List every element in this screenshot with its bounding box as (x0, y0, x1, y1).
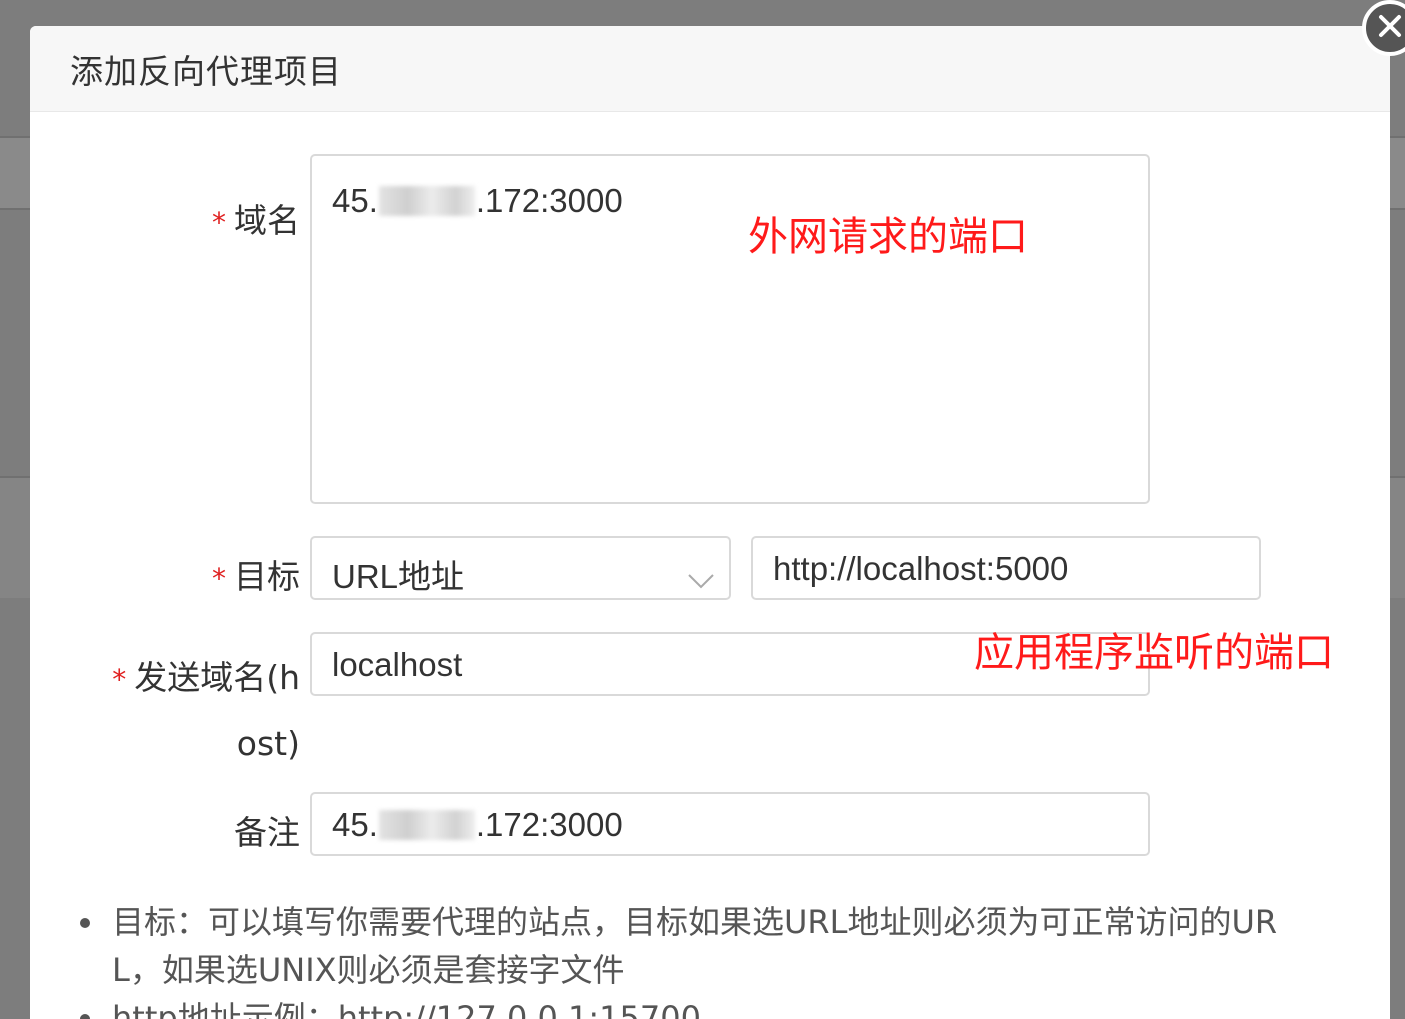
tip-item: http地址示例：http://127.0.0.1:15700 (80, 994, 1362, 1019)
host-label: * 发送域名(h ost) (112, 658, 300, 763)
domain-value: 45. .172:3000 (332, 182, 623, 219)
remark-input[interactable]: 45. .172:3000 (310, 792, 1150, 856)
chevron-down-icon (687, 560, 715, 598)
target-url-input[interactable]: http://localhost:5000 (751, 536, 1261, 600)
target-label: * 目标 (212, 557, 300, 596)
external-port-annotation: 外网请求的端口 (748, 214, 1028, 260)
tip-item: 目标：可以填写你需要代理的站点，目标如果选URL地址则必须为可正常访问的UR L… (80, 898, 1362, 994)
bullet-icon (80, 1014, 90, 1019)
add-reverse-proxy-dialog: 添加反向代理项目 * 域名 45. .172:3000 外网请求的端口 * 目标 UR… (30, 26, 1390, 1019)
target-type-value: URL地址 (332, 558, 465, 595)
domain-label: * 域名 (212, 201, 300, 240)
required-mark: * (212, 206, 226, 239)
remark-label: 备注 (234, 813, 300, 852)
bullet-icon (80, 918, 90, 928)
close-icon (1377, 13, 1403, 43)
required-mark: * (212, 562, 226, 595)
dialog-header: 添加反向代理项目 (30, 26, 1390, 112)
app-port-annotation: 应用程序监听的端口 (974, 630, 1334, 676)
target-type-select[interactable]: URL地址 (310, 536, 731, 600)
redacted-ip-segment (378, 186, 475, 216)
redacted-ip-segment (378, 810, 475, 840)
target-url-value: http://localhost:5000 (773, 550, 1069, 587)
required-mark: * (112, 663, 127, 696)
dialog-title: 添加反向代理项目 (70, 51, 342, 91)
host-value: localhost (332, 646, 463, 683)
remark-value: 45. .172:3000 (332, 806, 623, 843)
